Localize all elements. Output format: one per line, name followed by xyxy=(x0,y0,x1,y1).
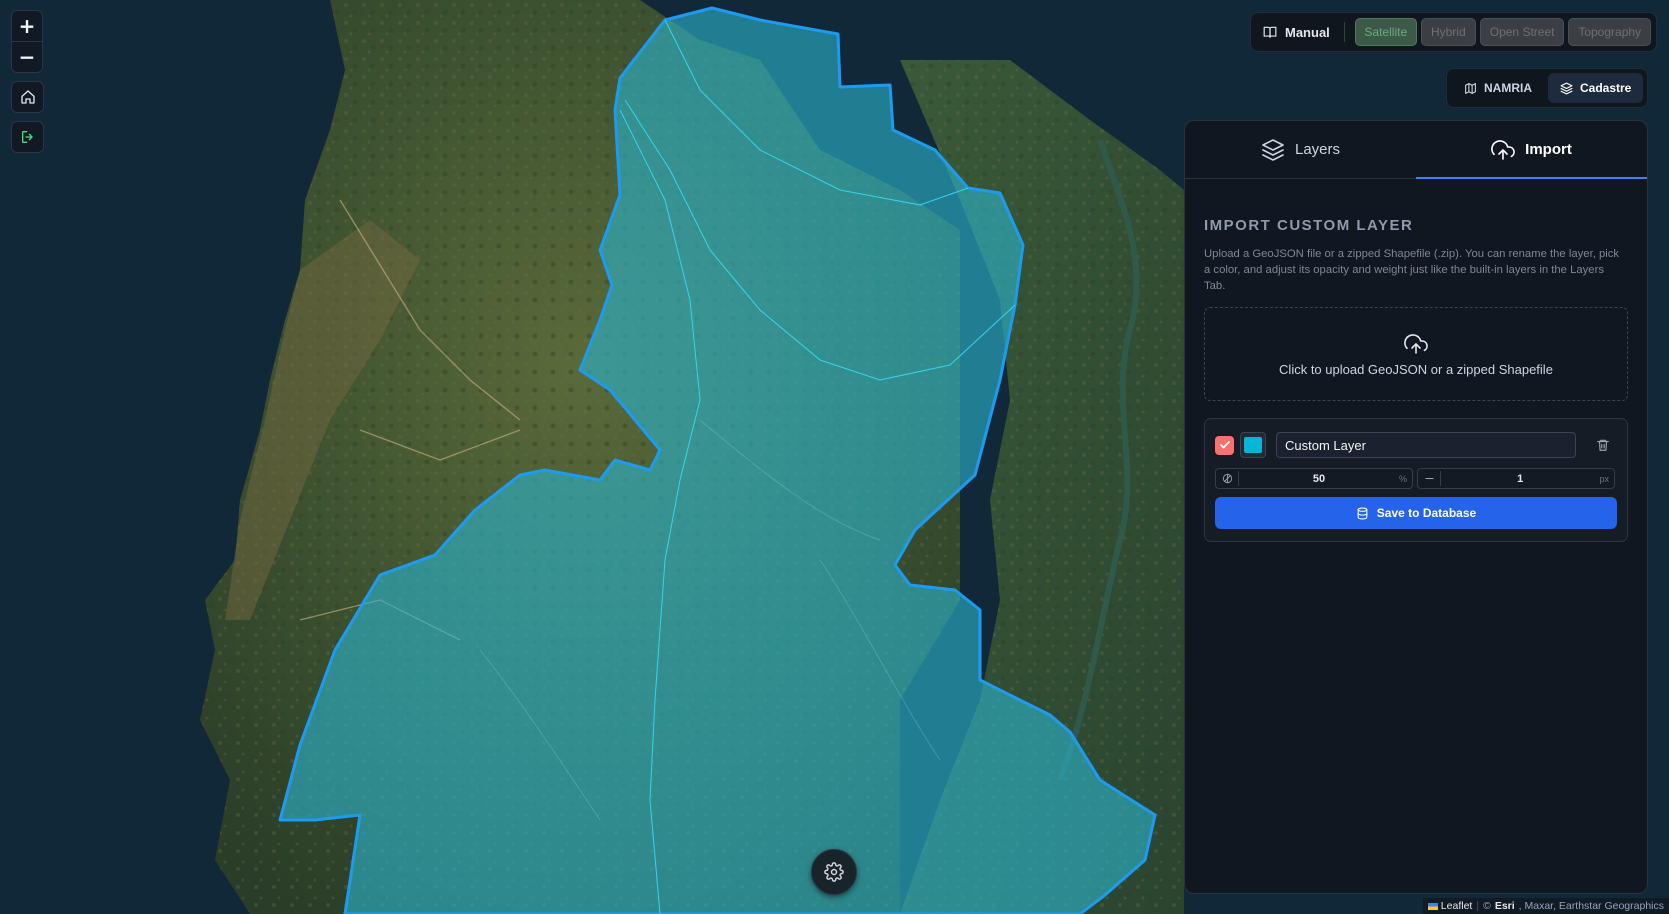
gear-icon xyxy=(824,862,844,882)
map-attribution: Leaflet | © Esri , Maxar, Earthstar Geog… xyxy=(1422,898,1669,914)
basemap-open-street-button[interactable]: Open Street xyxy=(1479,18,1565,46)
source-namria-label: NAMRIA xyxy=(1484,81,1532,95)
layer-name-input[interactable] xyxy=(1276,432,1576,458)
opacity-value: 50 xyxy=(1312,472,1326,485)
layers-icon xyxy=(1560,82,1573,94)
panel-tabs: Layers Import xyxy=(1185,121,1647,179)
tab-import-label: Import xyxy=(1525,141,1572,158)
logout-button[interactable] xyxy=(11,121,44,153)
tab-layers-label: Layers xyxy=(1294,141,1341,158)
layer-color-picker[interactable] xyxy=(1240,432,1266,458)
source-switcher: NAMRIA Cadastre xyxy=(1446,68,1648,108)
source-cadastre-button[interactable]: Cadastre xyxy=(1548,73,1644,103)
opacity-icon xyxy=(1222,473,1233,484)
basemap-switcher: Manual Satellite Hybrid Open Street Topo… xyxy=(1250,12,1657,52)
section-title: Import Custom Layer xyxy=(1204,217,1414,234)
zoom-control: + − xyxy=(11,10,43,73)
color-swatch-fill xyxy=(1244,437,1262,453)
book-icon xyxy=(1263,26,1277,38)
copyright-symbol: © xyxy=(1483,900,1491,912)
home-icon xyxy=(20,90,35,104)
home-button[interactable] xyxy=(11,81,44,113)
upload-dropzone[interactable]: Click to upload GeoJSON or a zipped Shap… xyxy=(1204,307,1628,401)
source-cadastre-label: Cadastre xyxy=(1580,81,1632,95)
opacity-input[interactable]: 50 % xyxy=(1215,468,1413,489)
upload-text: Click to upload GeoJSON or a zipped Shap… xyxy=(1279,361,1553,377)
manual-label: Manual xyxy=(1285,24,1330,40)
cloud-upload-icon xyxy=(1404,333,1428,354)
esri-label: Esri xyxy=(1494,900,1515,912)
save-to-database-button[interactable]: Save to Database xyxy=(1215,497,1617,529)
log-out-icon xyxy=(21,131,33,143)
leaflet-link[interactable]: Leaflet xyxy=(1427,900,1473,912)
attribution-separator: | xyxy=(1476,900,1480,912)
map-icon xyxy=(1465,82,1476,94)
side-panel: Layers Import Import Custom Layer Upload… xyxy=(1184,120,1648,894)
source-namria-button[interactable]: NAMRIA xyxy=(1452,73,1544,103)
database-icon xyxy=(1357,507,1368,519)
weight-input[interactable]: 1 px xyxy=(1417,468,1615,489)
settings-button[interactable] xyxy=(811,849,857,895)
save-to-database-label: Save to Database xyxy=(1376,506,1477,520)
tab-import[interactable]: Import xyxy=(1416,121,1647,179)
tab-layers[interactable]: Layers xyxy=(1185,121,1416,178)
weight-value: 1 xyxy=(1517,472,1524,485)
attribution-providers: , Maxar, Earthstar Geographics xyxy=(1518,900,1664,912)
trash-icon xyxy=(1597,439,1609,451)
layer-visibility-checkbox[interactable] xyxy=(1215,435,1234,455)
import-section: Import Custom Layer Upload a GeoJSON fil… xyxy=(1185,179,1647,542)
opacity-unit: % xyxy=(1398,473,1407,484)
layers-icon xyxy=(1262,138,1284,161)
weight-unit: px xyxy=(1599,473,1609,484)
ukraine-flag-icon xyxy=(1427,902,1438,910)
custom-layer-card: 50 % 1 px Save to Database xyxy=(1204,418,1628,542)
basemap-topography-button[interactable]: Topography xyxy=(1568,18,1651,46)
basemap-satellite-button[interactable]: Satellite xyxy=(1354,18,1417,46)
section-description: Upload a GeoJSON file or a zipped Shapef… xyxy=(1204,248,1620,292)
zoom-in-button[interactable]: + xyxy=(12,11,42,41)
manual-button[interactable]: Manual xyxy=(1263,22,1345,42)
line-weight-icon xyxy=(1425,478,1434,479)
leaflet-label: Leaflet xyxy=(1440,900,1473,912)
zoom-out-button[interactable]: − xyxy=(12,41,42,72)
basemap-hybrid-button[interactable]: Hybrid xyxy=(1420,18,1476,46)
delete-layer-button[interactable] xyxy=(1596,438,1610,452)
cloud-upload-icon xyxy=(1491,139,1515,160)
check-icon xyxy=(1219,441,1230,449)
